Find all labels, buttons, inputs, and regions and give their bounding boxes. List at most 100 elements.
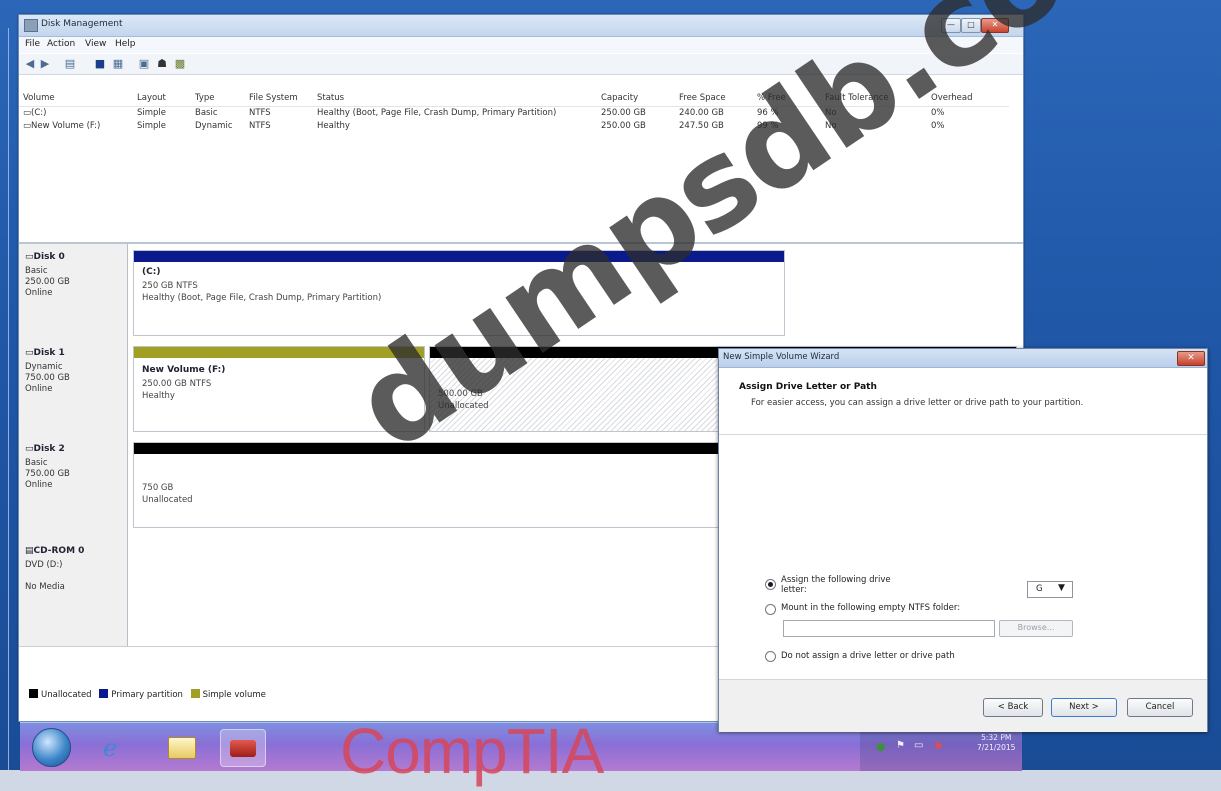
- internet-explorer-icon[interactable]: e: [94, 729, 138, 765]
- monitor-icon[interactable]: ▭: [914, 740, 923, 751]
- cdrom-0-name: ▤CD-ROM 0: [25, 546, 85, 556]
- layout-cell: Simple: [137, 108, 167, 118]
- forward-icon[interactable]: ▶: [39, 57, 51, 70]
- menu-help[interactable]: Help: [115, 39, 136, 49]
- assign-letter-radio[interactable]: [765, 579, 776, 590]
- capacity-cell: 250.00 GB: [601, 121, 646, 131]
- legend-swatch-primary: [99, 689, 109, 698]
- disk-1-size: 750.00 GB: [25, 373, 70, 383]
- back-icon[interactable]: ◀: [24, 57, 36, 70]
- start-orb[interactable]: [32, 728, 71, 767]
- volume-icon[interactable]: ◉: [934, 740, 943, 751]
- browse-button[interactable]: Browse...: [999, 620, 1073, 637]
- disk-0-size: 250.00 GB: [25, 277, 70, 287]
- ie-glyph: e: [103, 734, 118, 762]
- partition-f-name: New Volume (F:): [142, 365, 226, 375]
- refresh-icon[interactable]: ▩: [173, 57, 187, 70]
- volume-cell: ▭(C:): [23, 108, 47, 118]
- disk-name: CD-ROM 0: [33, 546, 85, 556]
- disk-1-state: Online: [25, 384, 53, 394]
- brand-watermark: CompTIA: [340, 715, 604, 787]
- layout-cell: Simple: [137, 121, 167, 131]
- wizard-header: Assign Drive Letter or Path For easier a…: [719, 368, 1207, 435]
- window-title: Disk Management: [41, 19, 123, 29]
- wizard-subheading: For easier access, you can assign a driv…: [751, 398, 1084, 408]
- wizard-title-bar[interactable]: New Simple Volume Wizard ✕: [719, 349, 1207, 368]
- volume-name: New Volume (F:): [31, 121, 101, 131]
- fs-cell: NTFS: [249, 121, 271, 131]
- col-layout[interactable]: Layout: [137, 93, 166, 103]
- cdrom-0-label[interactable]: ▤CD-ROM 0 DVD (D:) No Media: [19, 532, 128, 647]
- col-status[interactable]: Status: [317, 93, 344, 103]
- disk-2-size: 750.00 GB: [25, 469, 70, 479]
- col-capacity[interactable]: Capacity: [601, 93, 638, 103]
- folder-path-input[interactable]: [783, 620, 995, 637]
- clock-time: 5:32 PM: [981, 733, 1012, 742]
- no-assign-radio[interactable]: [765, 651, 776, 662]
- type-cell: Dynamic: [195, 121, 233, 131]
- back-button[interactable]: < Back: [983, 698, 1043, 717]
- legend-primary: Primary partition: [111, 690, 183, 700]
- menu-action[interactable]: Action: [47, 39, 75, 49]
- next-button[interactable]: Next >: [1051, 698, 1117, 717]
- wizard-close-button[interactable]: ✕: [1177, 351, 1205, 366]
- partition-c-detail: 250 GB NTFS: [142, 281, 198, 291]
- partition-f-status: Healthy: [142, 391, 175, 401]
- disk-2-state: Online: [25, 480, 53, 490]
- cdrom-0-state: No Media: [25, 582, 65, 592]
- toolbox-icon[interactable]: [220, 729, 266, 767]
- clock[interactable]: 5:32 PM 7/21/2015: [977, 733, 1015, 753]
- disk-name: Disk 2: [33, 444, 65, 454]
- disk-management-icon: [24, 19, 38, 32]
- disk-1-type: Dynamic: [25, 362, 63, 372]
- legend-unallocated: Unallocated: [41, 690, 92, 700]
- cancel-button[interactable]: Cancel: [1127, 698, 1193, 717]
- col-file-system[interactable]: File System: [249, 93, 298, 103]
- capacity-cell: 250.00 GB: [601, 108, 646, 118]
- list-icon[interactable]: ▦: [111, 57, 125, 70]
- cdrom-0-type: DVD (D:): [25, 560, 63, 570]
- disk-2-unallocated-size: 750 GB: [142, 483, 174, 493]
- disk-name: Disk 1: [33, 348, 65, 358]
- disk-1-label[interactable]: ▭Disk 1 Dynamic 750.00 GB Online: [19, 340, 128, 437]
- disk-0-name: ▭Disk 0: [25, 252, 65, 262]
- toolbox-glyph: [230, 740, 256, 757]
- flag-icon[interactable]: ⚑: [896, 740, 905, 751]
- new-simple-volume-wizard: New Simple Volume Wizard ✕ Assign Drive …: [718, 348, 1208, 732]
- legend-swatch-unallocated: [29, 689, 38, 698]
- mount-folder-radio[interactable]: [765, 604, 776, 615]
- wizard-heading: Assign Drive Letter or Path: [739, 382, 877, 392]
- network-icon[interactable]: ●: [876, 740, 886, 753]
- disk-2-name: ▭Disk 2: [25, 444, 65, 454]
- status-cell: Healthy: [317, 121, 350, 131]
- console-icon[interactable]: ▤: [63, 57, 77, 70]
- no-assign-label[interactable]: Do not assign a drive letter or drive pa…: [781, 651, 955, 661]
- status-cell: Healthy (Boot, Page File, Crash Dump, Pr…: [317, 108, 557, 118]
- disk-name: Disk 0: [33, 252, 65, 262]
- col-volume[interactable]: Volume: [23, 93, 55, 103]
- disk-2-type: Basic: [25, 458, 48, 468]
- type-cell: Basic: [195, 108, 218, 118]
- assign-letter-label[interactable]: Assign the following drive letter:: [781, 575, 911, 595]
- mount-folder-label[interactable]: Mount in the following empty NTFS folder…: [781, 603, 960, 613]
- chevron-down-icon: ▼: [1058, 583, 1065, 593]
- folder-glyph: [168, 737, 196, 759]
- properties-icon[interactable]: ■: [93, 57, 107, 70]
- disk-2-label[interactable]: ▭Disk 2 Basic 750.00 GB Online: [19, 436, 128, 533]
- help-icon[interactable]: ▣: [137, 57, 151, 70]
- menu-view[interactable]: View: [85, 39, 106, 49]
- wizard-footer: < Back Next > Cancel: [719, 679, 1207, 732]
- disk-0-label[interactable]: ▭Disk 0 Basic 250.00 GB Online: [19, 244, 128, 341]
- settings-icon[interactable]: ☗: [155, 57, 169, 70]
- explorer-icon[interactable]: [160, 729, 204, 765]
- clock-date: 7/21/2015: [977, 743, 1016, 752]
- legend-simple: Simple volume: [202, 690, 266, 700]
- volume-cell: ▭New Volume (F:): [23, 121, 101, 131]
- drive-letter-select[interactable]: G ▼: [1027, 581, 1073, 598]
- menu-file[interactable]: File: [25, 39, 40, 49]
- drive-letter-value: G: [1036, 584, 1043, 594]
- wizard-body: Assign the following drive letter: G ▼ M…: [719, 435, 1207, 679]
- disk-1-name: ▭Disk 1: [25, 348, 65, 358]
- col-type[interactable]: Type: [195, 93, 215, 103]
- partition-c-name: (C:): [142, 267, 161, 277]
